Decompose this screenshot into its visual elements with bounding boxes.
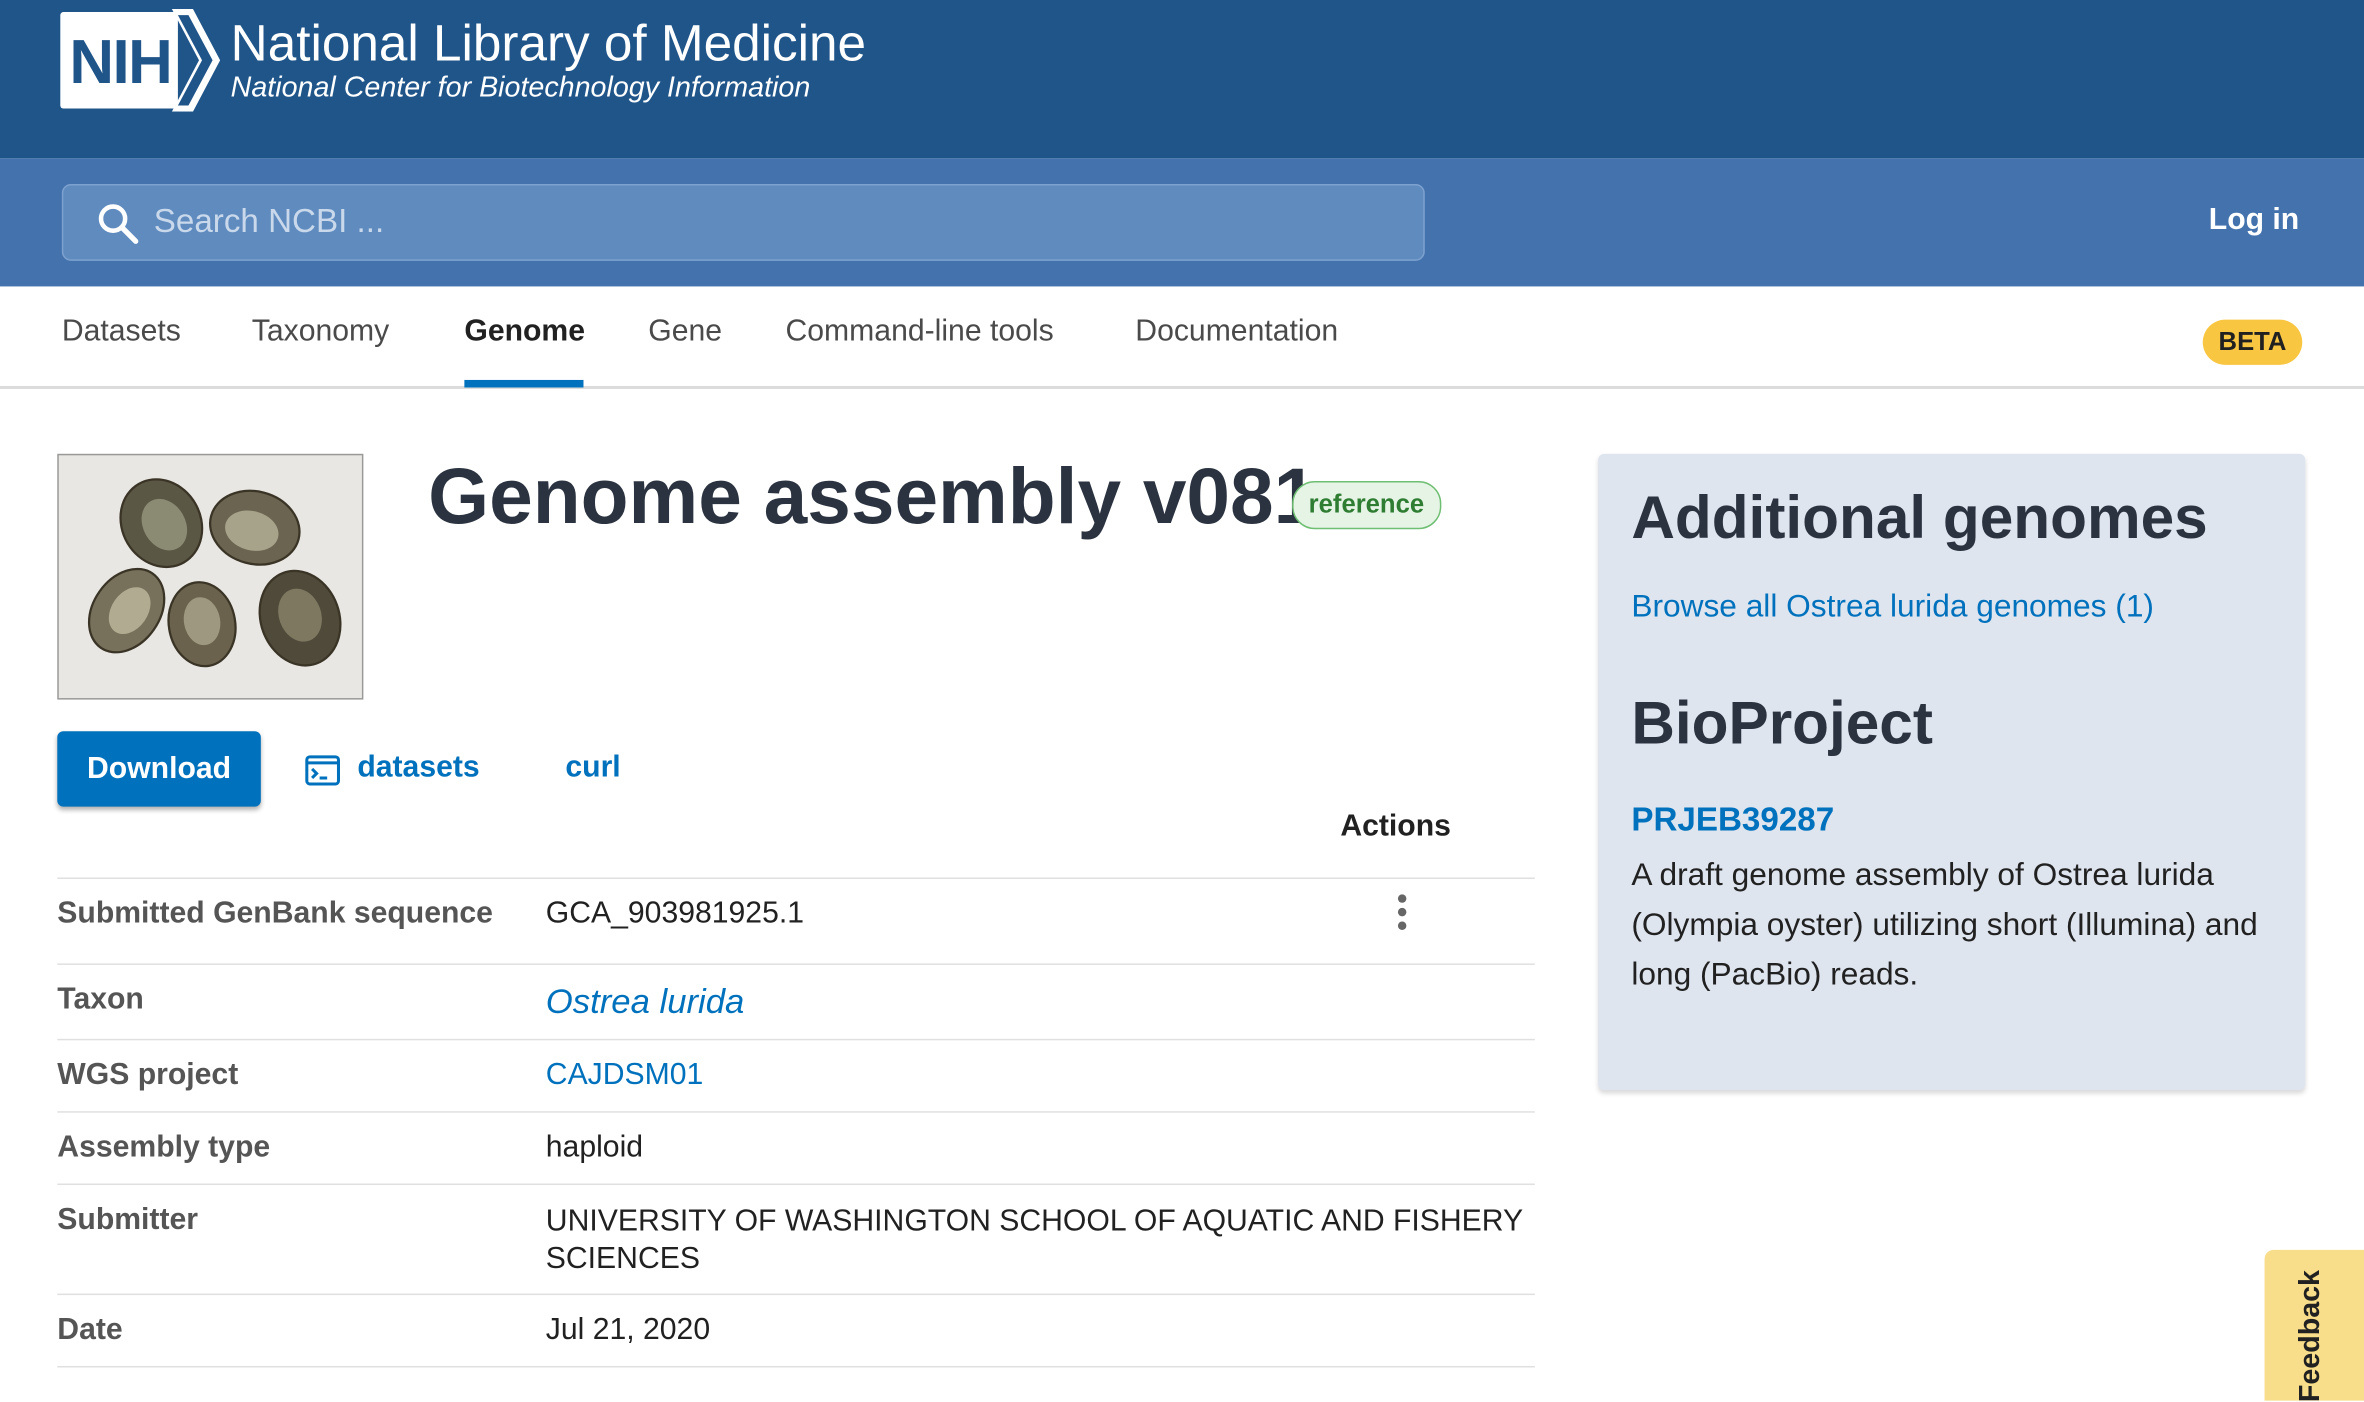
row-divider [57,963,1535,965]
row-label-assembly-type: Assembly type [57,1130,271,1164]
bioproject-description: A draft genome assembly of Ostrea lurida… [1631,857,2258,993]
org-title[interactable]: National Library of Medicine [231,15,866,74]
reference-badge: reference [1292,480,1441,530]
row-divider [57,1293,1535,1296]
feedback-label[interactable]: Feedback [2295,1266,2340,1402]
tab-genome[interactable]: Genome [464,315,585,350]
assembly-type-value: haploid [545,1130,644,1164]
more-actions-icon[interactable] [1387,893,1417,932]
nih-logo-text: NIH [69,27,172,97]
additional-genomes-heading: Additional genomes [1631,485,2208,552]
terminal-icon[interactable] [305,754,341,787]
datasets-cli-link[interactable]: datasets [357,751,479,786]
curl-link[interactable]: curl [565,751,620,786]
row-divider [57,1038,1535,1041]
tab-taxonomy[interactable]: Taxonomy [252,315,389,350]
row-divider [57,877,1535,879]
row-divider [57,1111,1535,1113]
beta-badge: BETA [2202,319,2303,365]
date-value: Jul 21, 2020 [545,1313,711,1347]
wgs-project-link[interactable]: CAJDSM01 [546,1058,704,1093]
genbank-accession: GCA_903981925.1 [545,897,804,931]
tab-gene[interactable]: Gene [648,315,722,350]
page-title: Genome assembly v081 [428,453,1318,542]
search-icon[interactable] [96,202,139,244]
active-tab-indicator [464,379,584,388]
taxon-link[interactable]: Ostrea lurida [546,982,745,1023]
row-label-date: Date [57,1313,123,1347]
tab-documentation[interactable]: Documentation [1135,315,1338,350]
tab-command-line-tools[interactable]: Command-line tools [786,315,1054,350]
bioproject-accession-link[interactable]: PRJEB39287 [1631,801,1834,840]
row-label-wgs: WGS project [57,1058,239,1092]
bioproject-heading: BioProject [1631,690,1933,757]
row-divider [57,1183,1535,1186]
row-label-submitter: Submitter [57,1203,199,1237]
row-divider [57,1365,1535,1368]
tab-datasets[interactable]: Datasets [62,315,181,350]
row-label-genbank: Submitted GenBank sequence [57,897,493,931]
organism-thumbnail[interactable] [57,453,364,700]
download-button[interactable]: Download [57,731,261,807]
login-link[interactable]: Log in [2209,204,2299,239]
actions-header: Actions [1340,809,1451,843]
row-label-taxon: Taxon [57,983,144,1017]
org-subtitle[interactable]: National Center for Biotechnology Inform… [231,72,811,105]
submitter-value: UNIVERSITY OF WASHINGTON SCHOOL OF AQUAT… [545,1204,1523,1276]
search-input[interactable] [153,197,1391,246]
browse-genomes-link[interactable]: Browse all Ostrea lurida genomes (1) [1631,590,2154,626]
nih-logo-chevron-icon [171,9,221,112]
